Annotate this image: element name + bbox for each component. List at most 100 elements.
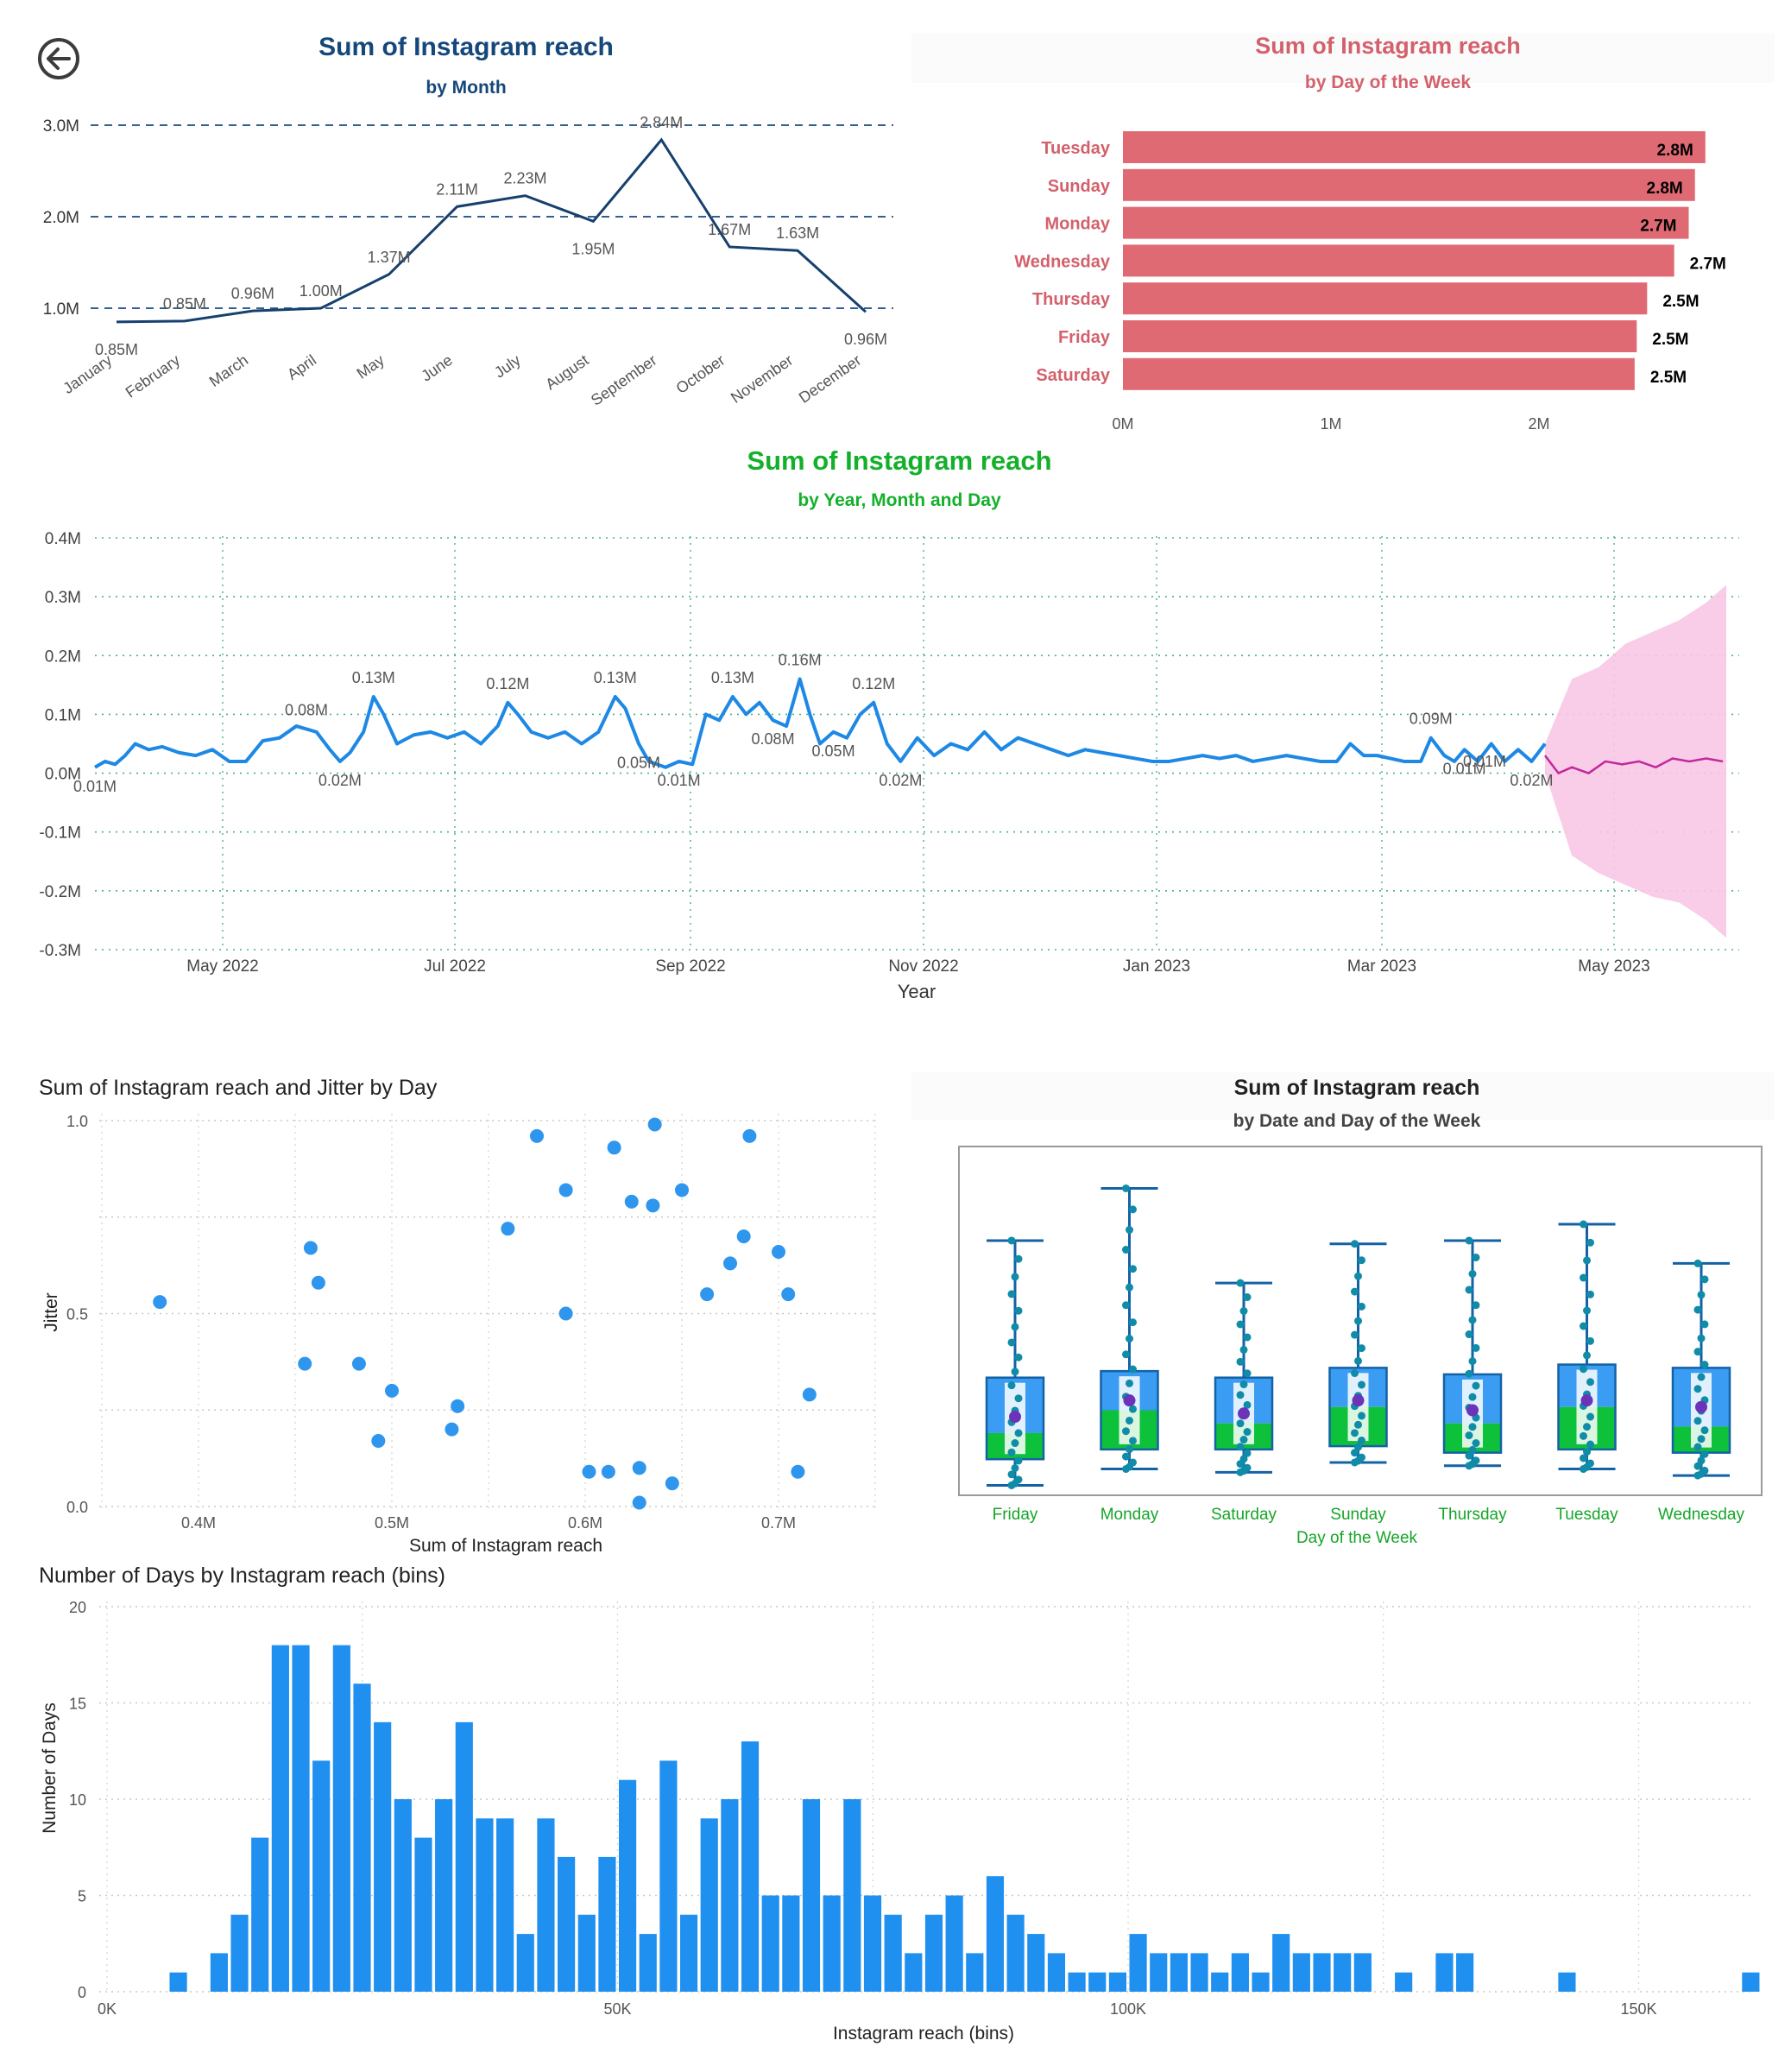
boxplot-data-point	[1586, 1378, 1594, 1387]
histogram-y-tick-label: 5	[78, 1888, 86, 1905]
jitter-point	[632, 1495, 646, 1510]
weekday-bar	[1123, 131, 1706, 163]
month-chart-subtitle: by Month	[426, 78, 506, 98]
weekday-x-tick-label: 1M	[1320, 415, 1341, 433]
boxplot-data-point	[1472, 1343, 1480, 1352]
daily-x-tick-label: Sep 2022	[655, 957, 725, 976]
jitter-x-tick-label: 0.4M	[181, 1514, 216, 1532]
month-y-tick-label: 3.0M	[43, 117, 79, 136]
weekday-data-label: 2.7M	[1640, 218, 1676, 236]
histogram-y-tick-label: 20	[69, 1599, 86, 1616]
jitter-point	[624, 1194, 639, 1209]
boxplot-category-label: Saturday	[1211, 1506, 1277, 1524]
boxplot-data-point	[1465, 1369, 1473, 1378]
boxplot-data-point	[1351, 1287, 1359, 1296]
boxplot-data-point	[1007, 1338, 1016, 1347]
daily-chart-subtitle: by Year, Month and Day	[798, 490, 1001, 510]
histogram-bar	[966, 1953, 984, 1992]
boxplot-data-point	[1129, 1365, 1137, 1374]
boxplot-data-point	[1472, 1254, 1480, 1262]
daily-data-label: 0.02M	[1510, 772, 1553, 789]
boxplot-data-point	[1236, 1443, 1245, 1451]
weekday-category-label: Saturday	[1036, 366, 1110, 385]
boxplot-data-point	[1354, 1356, 1362, 1365]
histogram-bar	[1190, 1953, 1208, 1992]
boxplot-data-point	[1014, 1456, 1023, 1465]
histogram-x-tick-label: 50K	[603, 2000, 631, 2018]
histogram-bar	[1742, 1972, 1760, 1992]
boxplot-data-point	[1586, 1440, 1594, 1449]
boxplot-data-point	[1358, 1344, 1365, 1353]
month-data-label: 1.37M	[368, 249, 411, 266]
jitter-point	[646, 1198, 660, 1213]
jitter-point	[700, 1287, 715, 1302]
jitter-point	[558, 1306, 573, 1321]
boxplot-data-point	[1129, 1318, 1137, 1327]
boxplot-data-point	[1239, 1345, 1248, 1354]
weekday-category-label: Wednesday	[1014, 252, 1111, 271]
histogram-bar	[782, 1895, 800, 1992]
daily-y-tick-label: -0.3M	[39, 942, 81, 960]
daily-y-tick-label: 0.1M	[45, 706, 81, 724]
boxplot-data-point	[1465, 1330, 1473, 1339]
daily-data-label: 0.16M	[779, 652, 822, 669]
daily-x-tick-label: Nov 2022	[888, 957, 958, 976]
boxplot-data-point	[1583, 1448, 1591, 1456]
boxplot-data-point	[1126, 1379, 1133, 1387]
boxplot-data-point	[1239, 1436, 1248, 1444]
weekday-bar	[1123, 244, 1674, 277]
jitter-point	[153, 1295, 167, 1310]
histogram-x-tick-label: 0K	[98, 2000, 117, 2018]
histogram-bar	[292, 1645, 310, 1992]
boxplot-data-point	[1011, 1273, 1019, 1281]
jitter-point	[601, 1464, 615, 1479]
jitter-y-axis-label: Jitter	[41, 1292, 61, 1332]
boxplot-data-point	[1358, 1256, 1365, 1265]
boxplot-mean-marker	[1466, 1404, 1479, 1417]
boxplot-data-point	[1126, 1416, 1133, 1424]
histogram-y-axis-label: Number of Days	[40, 1702, 60, 1834]
daily-x-tick-label: May 2023	[1578, 957, 1649, 976]
daily-data-label: 0.12M	[486, 675, 529, 692]
boxplot-data-point	[1358, 1380, 1365, 1389]
jitter-point	[781, 1287, 796, 1302]
boxplot-data-point	[1693, 1417, 1702, 1425]
histogram-bar	[1456, 1953, 1474, 1992]
boxplot-mean-marker	[1009, 1411, 1021, 1424]
histogram-bar	[639, 1934, 657, 1992]
histogram-bar	[1334, 1953, 1352, 1992]
weekday-category-label: Monday	[1044, 215, 1110, 234]
boxplot-data-point	[1697, 1334, 1706, 1342]
weekday-bar	[1123, 357, 1635, 390]
jitter-chart-title: Sum of Instagram reach and Jitter by Day	[39, 1076, 438, 1100]
boxplot-data-point	[1468, 1393, 1477, 1401]
boxplot-data-point	[1472, 1456, 1480, 1465]
boxplot-data-point	[1472, 1439, 1480, 1448]
histogram-bar	[1353, 1953, 1372, 1992]
boxplot-data-point	[1586, 1459, 1594, 1468]
histogram-x-axis-label: Instagram reach (bins)	[833, 2024, 1014, 2044]
month-data-label: 1.95M	[571, 240, 615, 257]
boxplot-data-point	[1583, 1351, 1591, 1360]
boxplot-data-point	[1014, 1254, 1023, 1263]
daily-data-label: 0.13M	[711, 669, 754, 686]
boxplot-data-point	[1129, 1458, 1137, 1467]
jitter-point	[791, 1464, 805, 1479]
daily-x-tick-label: Mar 2023	[1347, 957, 1416, 976]
histogram-bar	[700, 1818, 718, 1992]
boxplot-data-point	[1472, 1301, 1480, 1310]
histogram-bar	[823, 1895, 841, 1992]
daily-data-label: 0.05M	[812, 742, 855, 760]
weekday-category-label: Friday	[1058, 328, 1111, 347]
jitter-x-axis-label: Sum of Instagram reach	[409, 1536, 602, 1556]
boxplot-data-point	[1351, 1330, 1359, 1339]
histogram-bar	[1150, 1953, 1168, 1992]
histogram-bar	[374, 1721, 392, 1992]
histogram-bar	[905, 1953, 923, 1992]
month-y-tick-label: 1.0M	[43, 300, 79, 319]
histogram-x-tick-label: 150K	[1620, 2000, 1656, 2018]
boxplot-data-point	[1007, 1381, 1016, 1390]
boxplot-data-point	[1351, 1369, 1359, 1378]
boxplot-data-point	[1693, 1443, 1702, 1451]
jitter-point	[445, 1422, 459, 1437]
